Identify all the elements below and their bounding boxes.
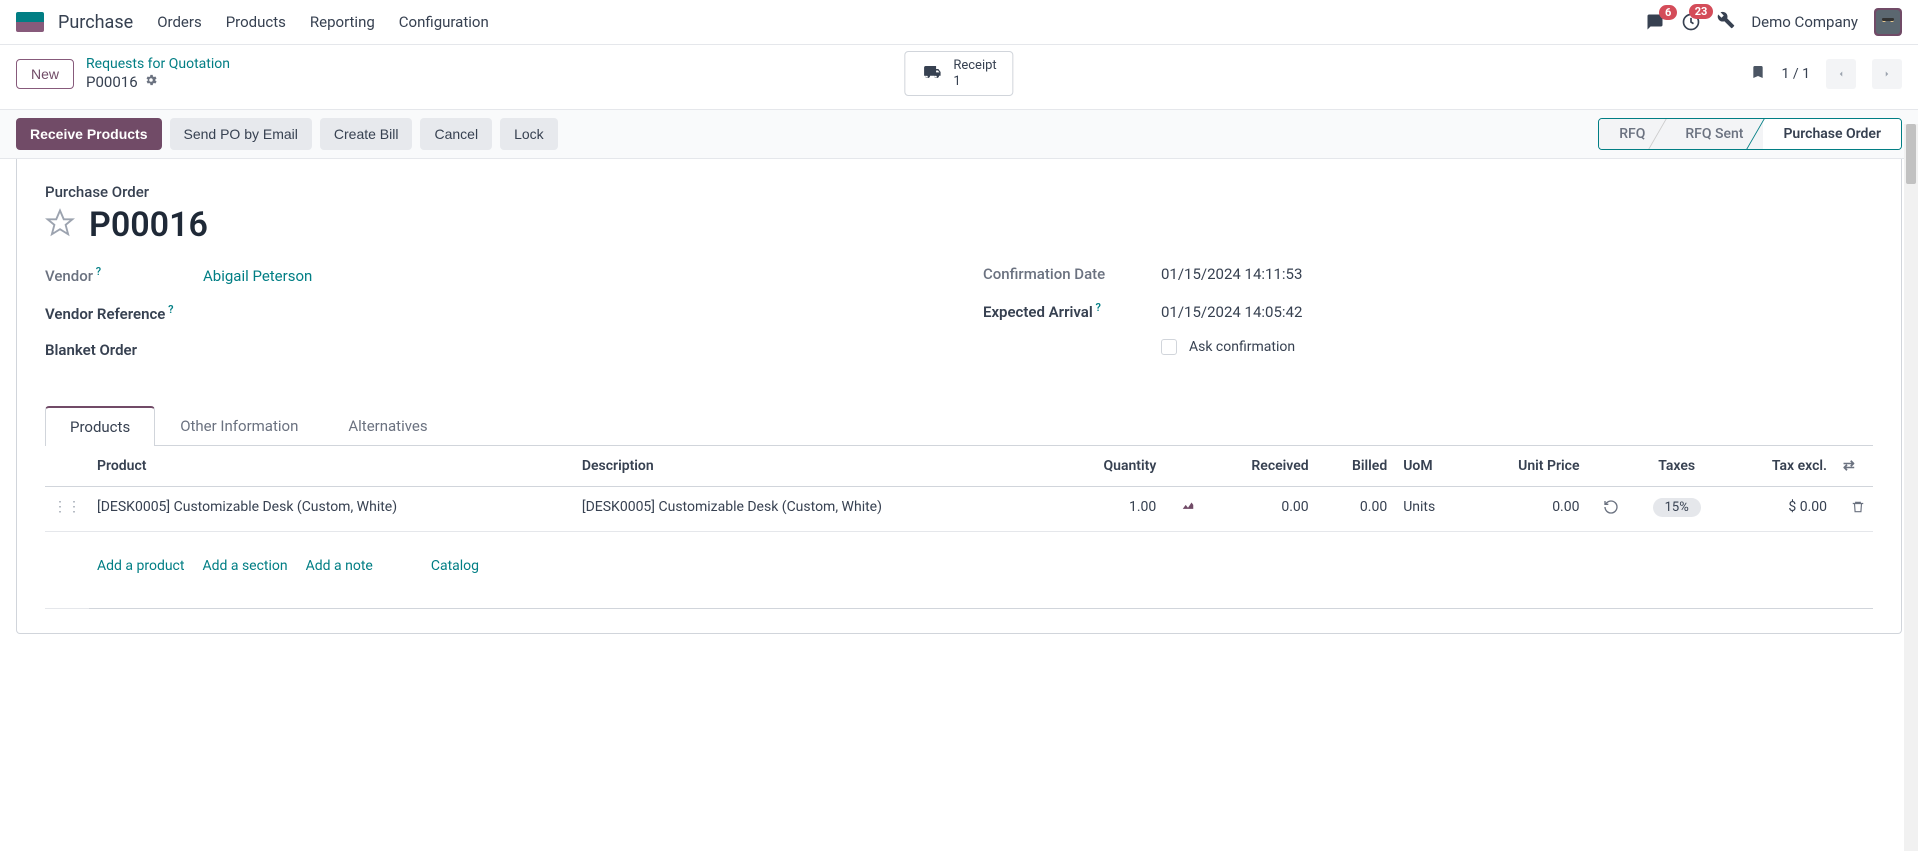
cell-billed[interactable]: 0.00 [1317, 486, 1396, 531]
table-row[interactable]: ⋮⋮ [DESK0005] Customizable Desk (Custom,… [45, 486, 1873, 531]
cell-taxes[interactable]: 15% [1653, 498, 1701, 517]
cell-quantity[interactable]: 1.00 [1059, 486, 1165, 531]
tab-alternatives[interactable]: Alternatives [323, 406, 452, 446]
vendor-ref-label: Vendor Reference ? [45, 303, 195, 323]
ask-confirmation-checkbox[interactable] [1161, 339, 1177, 355]
pager-next-button[interactable] [1872, 59, 1902, 89]
column-toggle[interactable]: ⇄ [1835, 446, 1873, 487]
ask-confirmation-label: Ask confirmation [1189, 339, 1295, 355]
forecast-icon[interactable] [1180, 501, 1196, 517]
cell-unit-price[interactable]: 0.00 [1469, 486, 1588, 531]
status-flow: RFQ RFQ Sent Purchase Order [1598, 118, 1902, 150]
help-icon[interactable]: ? [1093, 301, 1101, 314]
right-column: Confirmation Date 01/15/2024 14:11:53 Ex… [983, 265, 1873, 377]
send-po-button[interactable]: Send PO by Email [170, 118, 312, 150]
cell-tax-excl[interactable]: $ 0.00 [1726, 486, 1835, 531]
status-purchase-order[interactable]: Purchase Order [1763, 119, 1901, 149]
control-panel: New Requests for Quotation P00016 Receip… [0, 45, 1918, 109]
add-note-link[interactable]: Add a note [306, 558, 373, 574]
delete-row-icon[interactable] [1851, 503, 1865, 519]
company-name[interactable]: Demo Company [1751, 13, 1858, 31]
th-taxes[interactable]: Taxes [1627, 446, 1725, 487]
add-section-link[interactable]: Add a section [202, 558, 287, 574]
tabs: Products Other Information Alternatives [45, 405, 1873, 446]
tab-products[interactable]: Products [45, 406, 155, 446]
activity-badge: 23 [1689, 4, 1714, 19]
debug-icon[interactable] [1717, 11, 1735, 33]
breadcrumb-current: P00016 [86, 73, 230, 93]
chat-badge: 6 [1659, 5, 1677, 20]
drag-handle-icon[interactable]: ⋮⋮ [45, 486, 89, 531]
scrollbar-thumb[interactable] [1906, 124, 1916, 184]
confirm-date-label: Confirmation Date [983, 265, 1153, 283]
help-icon[interactable]: ? [165, 303, 173, 316]
blanket-label: Blanket Order [45, 341, 195, 359]
app-title[interactable]: Purchase [58, 12, 133, 33]
breadcrumb: Requests for Quotation P00016 [86, 55, 230, 93]
history-icon[interactable] [1603, 503, 1619, 519]
breadcrumb-current-label: P00016 [86, 73, 138, 93]
nav-configuration[interactable]: Configuration [399, 13, 489, 31]
pager-prev-button[interactable] [1826, 59, 1856, 89]
nav-menu: Orders Products Reporting Configuration [157, 13, 489, 31]
th-received[interactable]: Received [1204, 446, 1316, 487]
expected-value[interactable]: 01/15/2024 14:05:42 [1161, 303, 1302, 321]
nav-orders[interactable]: Orders [157, 13, 202, 31]
create-bill-button[interactable]: Create Bill [320, 118, 413, 150]
order-lines-table: Product Description Quantity Received Bi… [45, 446, 1873, 609]
form-sheet: Purchase Order P00016 Vendor ? Abigail P… [16, 159, 1902, 634]
cell-received[interactable]: 0.00 [1204, 486, 1316, 531]
nav-products[interactable]: Products [226, 13, 286, 31]
th-uom[interactable]: UoM [1395, 446, 1469, 487]
nav-right: 6 23 Demo Company [1645, 8, 1902, 36]
stat-label: Receipt [953, 58, 996, 74]
star-icon[interactable] [45, 208, 75, 242]
control-right: 1 / 1 [1750, 59, 1902, 89]
th-product[interactable]: Product [89, 446, 574, 487]
status-bar: Receive Products Send PO by Email Create… [0, 109, 1918, 159]
lock-button[interactable]: Lock [500, 118, 558, 150]
receive-products-button[interactable]: Receive Products [16, 118, 162, 150]
action-buttons: Receive Products Send PO by Email Create… [16, 118, 558, 150]
th-tax-excl[interactable]: Tax excl. [1726, 446, 1835, 487]
th-billed[interactable]: Billed [1317, 446, 1396, 487]
avatar[interactable] [1874, 8, 1902, 36]
expected-label: Expected Arrival ? [983, 301, 1153, 321]
record-type: Purchase Order [45, 183, 1873, 201]
cell-uom[interactable]: Units [1395, 486, 1469, 531]
scrollbar[interactable] [1904, 124, 1918, 851]
left-column: Vendor ? Abigail Peterson Vendor Referen… [45, 265, 935, 377]
truck-icon [921, 63, 943, 85]
th-unit-price[interactable]: Unit Price [1469, 446, 1588, 487]
cell-description[interactable]: [DESK0005] Customizable Desk (Custom, Wh… [574, 486, 1059, 531]
tab-other-info[interactable]: Other Information [155, 406, 323, 446]
chat-icon[interactable]: 6 [1645, 13, 1665, 31]
stat-value: 1 [953, 74, 996, 90]
vendor-label: Vendor ? [45, 265, 195, 285]
record-title: P00016 [89, 205, 208, 245]
confirm-date-value: 01/15/2024 14:11:53 [1161, 265, 1302, 283]
cancel-button[interactable]: Cancel [420, 118, 492, 150]
receipt-stat-button[interactable]: Receipt 1 [904, 51, 1013, 96]
vendor-value[interactable]: Abigail Peterson [203, 267, 312, 285]
top-nav: Purchase Orders Products Reporting Confi… [0, 0, 1918, 45]
catalog-link[interactable]: Catalog [431, 558, 479, 574]
th-description[interactable]: Description [574, 446, 1059, 487]
breadcrumb-parent[interactable]: Requests for Quotation [86, 55, 230, 73]
pager-counter[interactable]: 1 / 1 [1782, 66, 1810, 82]
new-button[interactable]: New [16, 59, 74, 89]
nav-reporting[interactable]: Reporting [310, 13, 375, 31]
activity-icon[interactable]: 23 [1681, 12, 1701, 32]
help-icon[interactable]: ? [93, 265, 101, 278]
add-product-link[interactable]: Add a product [97, 558, 184, 574]
cell-product[interactable]: [DESK0005] Customizable Desk (Custom, Wh… [89, 486, 574, 531]
th-quantity[interactable]: Quantity [1059, 446, 1165, 487]
bookmark-icon[interactable] [1750, 62, 1766, 86]
app-logo[interactable] [16, 12, 44, 32]
gear-icon[interactable] [144, 73, 158, 93]
